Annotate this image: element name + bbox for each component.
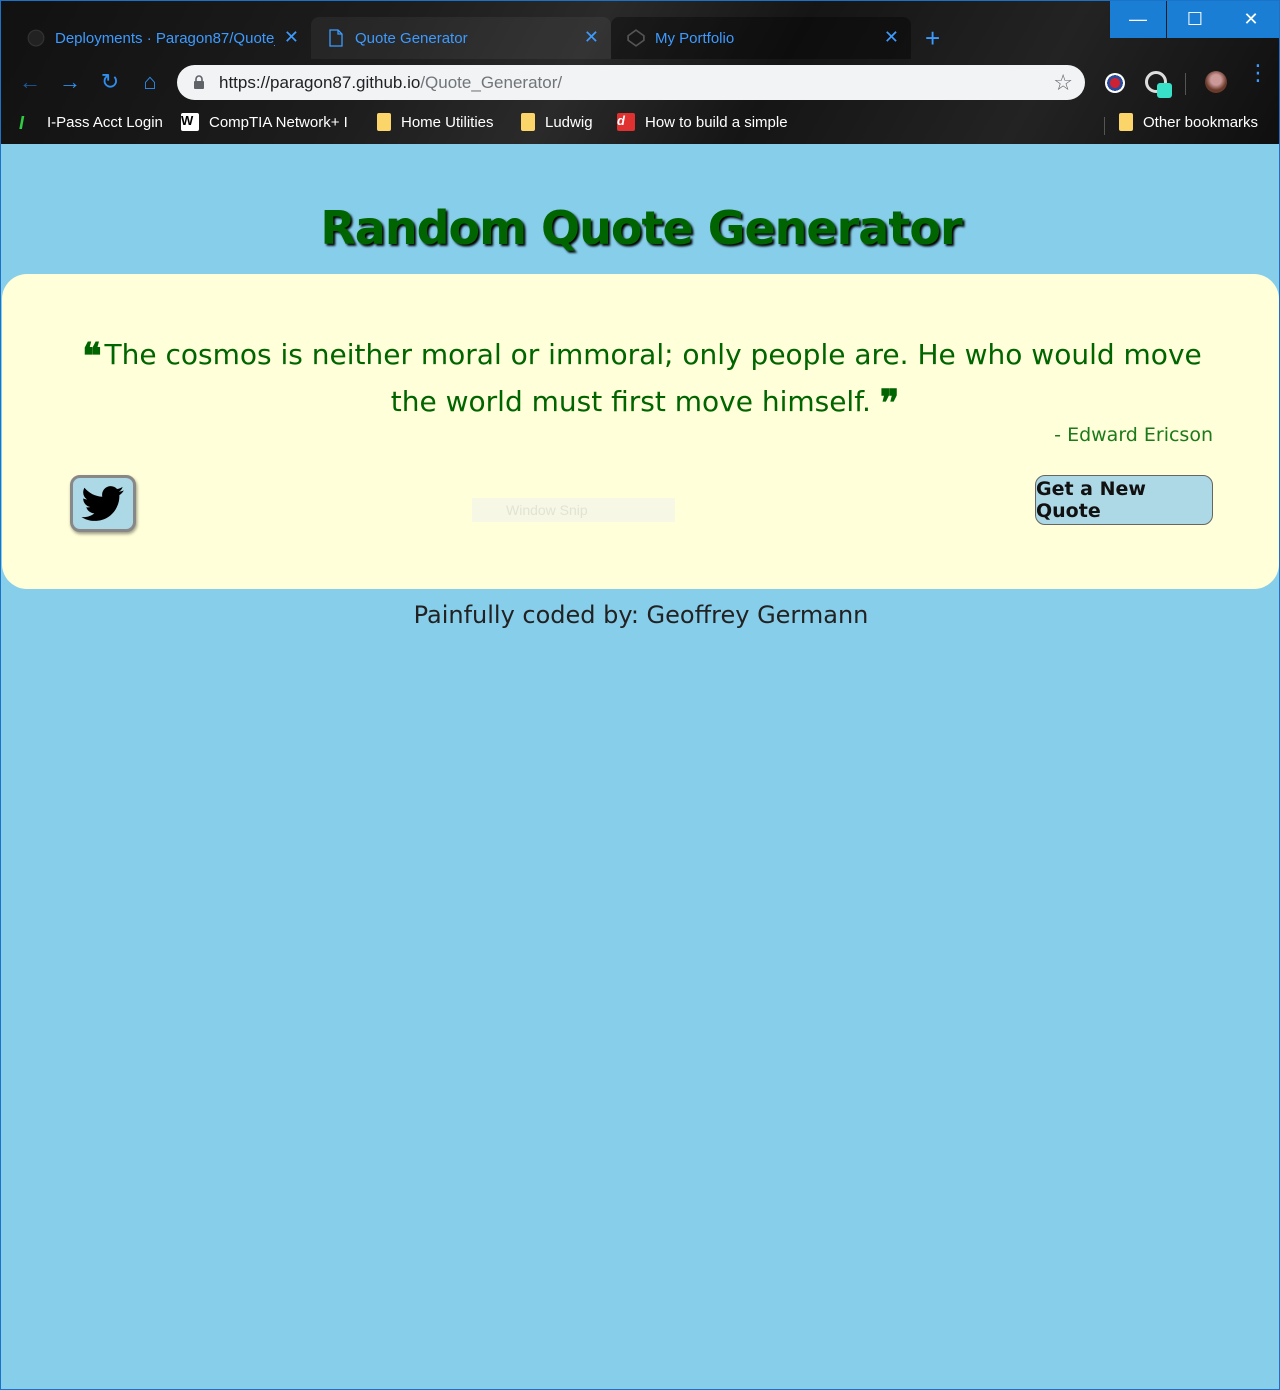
bookmarks-divider bbox=[1104, 117, 1105, 135]
extension-flag-icon[interactable] bbox=[1105, 73, 1125, 93]
minimize-button[interactable]: — bbox=[1110, 1, 1166, 38]
tab-label: Quote Generator bbox=[355, 29, 468, 47]
bookmark-label: CompTIA Network+ I bbox=[209, 113, 348, 131]
dev-icon: d bbox=[617, 113, 635, 131]
github-icon bbox=[27, 29, 45, 47]
url-host: https://paragon87.github.io bbox=[219, 72, 421, 92]
bookmarks-bar: I I-Pass Acct Login W CompTIA Network+ I… bbox=[1, 105, 1279, 141]
browser-chrome: Deployments · Paragon87/Quote_Generator … bbox=[1, 1, 1279, 144]
twitter-icon bbox=[81, 485, 124, 521]
quote-box: ❝ The cosmos is neither moral or immoral… bbox=[2, 274, 1279, 589]
page-icon bbox=[329, 29, 343, 47]
profile-avatar[interactable] bbox=[1205, 71, 1227, 93]
maximize-button[interactable]: ☐ bbox=[1167, 1, 1223, 38]
bookmark-how-to-build[interactable]: d How to build a simple bbox=[617, 113, 789, 131]
tab-deployments[interactable]: Deployments · Paragon87/Quote_Generator … bbox=[11, 17, 311, 59]
home-button[interactable]: ⌂ bbox=[137, 69, 163, 95]
forward-button[interactable]: → bbox=[57, 69, 83, 95]
page-title: Random Quote Generator bbox=[320, 201, 962, 255]
tab-label: My Portfolio bbox=[655, 29, 735, 47]
new-tab-button[interactable]: + bbox=[925, 25, 940, 51]
bookmark-label: How to build a simple bbox=[645, 113, 788, 131]
window-snip-overlay: Window Snip bbox=[472, 498, 675, 522]
tab-quote-generator[interactable]: Quote Generator ✕ bbox=[311, 17, 611, 59]
bookmark-other[interactable]: Other bookmarks bbox=[1119, 113, 1258, 131]
tab-close-icon[interactable]: ✕ bbox=[884, 27, 899, 48]
bookmark-ipass[interactable]: I I-Pass Acct Login bbox=[19, 113, 163, 133]
bookmark-label: Ludwig bbox=[545, 113, 593, 131]
bookmark-ludwig[interactable]: Ludwig bbox=[521, 113, 593, 131]
quote-author: - Edward Ericson bbox=[1054, 424, 1213, 446]
address-bar[interactable]: https://paragon87.github.io/Quote_Genera… bbox=[177, 65, 1085, 100]
footer-credit: Painfully coded by: Geoffrey Germann bbox=[413, 601, 869, 629]
tweet-button[interactable] bbox=[70, 475, 136, 532]
close-quote-icon: ❞ bbox=[879, 382, 900, 424]
back-button[interactable]: ← bbox=[17, 69, 43, 95]
url-path: /Quote_Generator/ bbox=[420, 72, 563, 92]
tab-strip: Deployments · Paragon87/Quote_Generator … bbox=[1, 1, 1279, 61]
bookmark-label: Other bookmarks bbox=[1143, 113, 1259, 131]
toolbar-divider bbox=[1185, 73, 1186, 95]
lock-icon bbox=[194, 75, 204, 89]
bookmark-label: I-Pass Acct Login bbox=[47, 113, 163, 131]
quote-text-block: ❝ The cosmos is neither moral or immoral… bbox=[72, 332, 1212, 426]
codepen-icon bbox=[627, 29, 645, 47]
bookmark-label: Home Utilities bbox=[401, 113, 494, 131]
reload-button[interactable]: ↻ bbox=[97, 69, 123, 95]
folder-icon bbox=[377, 113, 391, 131]
tab-label: Deployments · Paragon87/Quote_Generator bbox=[55, 29, 275, 47]
new-quote-button[interactable]: Get a New Quote bbox=[1035, 475, 1213, 525]
wikipedia-icon: W bbox=[181, 113, 199, 131]
folder-icon bbox=[1119, 113, 1133, 131]
bookmark-star-icon[interactable]: ☆ bbox=[1053, 70, 1073, 96]
extension-badge bbox=[1157, 83, 1172, 98]
open-quote-icon: ❝ bbox=[82, 335, 102, 377]
tab-close-icon[interactable]: ✕ bbox=[284, 27, 299, 48]
tab-my-portfolio[interactable]: My Portfolio ✕ bbox=[611, 17, 911, 59]
bookmark-comptia[interactable]: W CompTIA Network+ I bbox=[181, 113, 351, 131]
tab-close-icon[interactable]: ✕ bbox=[584, 27, 599, 48]
folder-icon bbox=[521, 113, 535, 131]
close-window-button[interactable]: ✕ bbox=[1223, 1, 1279, 38]
quote-text: The cosmos is neither moral or immoral; … bbox=[104, 338, 1202, 418]
ipass-icon: I bbox=[19, 113, 25, 133]
bookmark-home-utilities[interactable]: Home Utilities bbox=[377, 113, 494, 131]
browser-toolbar: ← → ↻ ⌂ https://paragon87.github.io/Quot… bbox=[1, 61, 1279, 105]
browser-menu-icon[interactable]: ⋮ bbox=[1247, 62, 1269, 84]
